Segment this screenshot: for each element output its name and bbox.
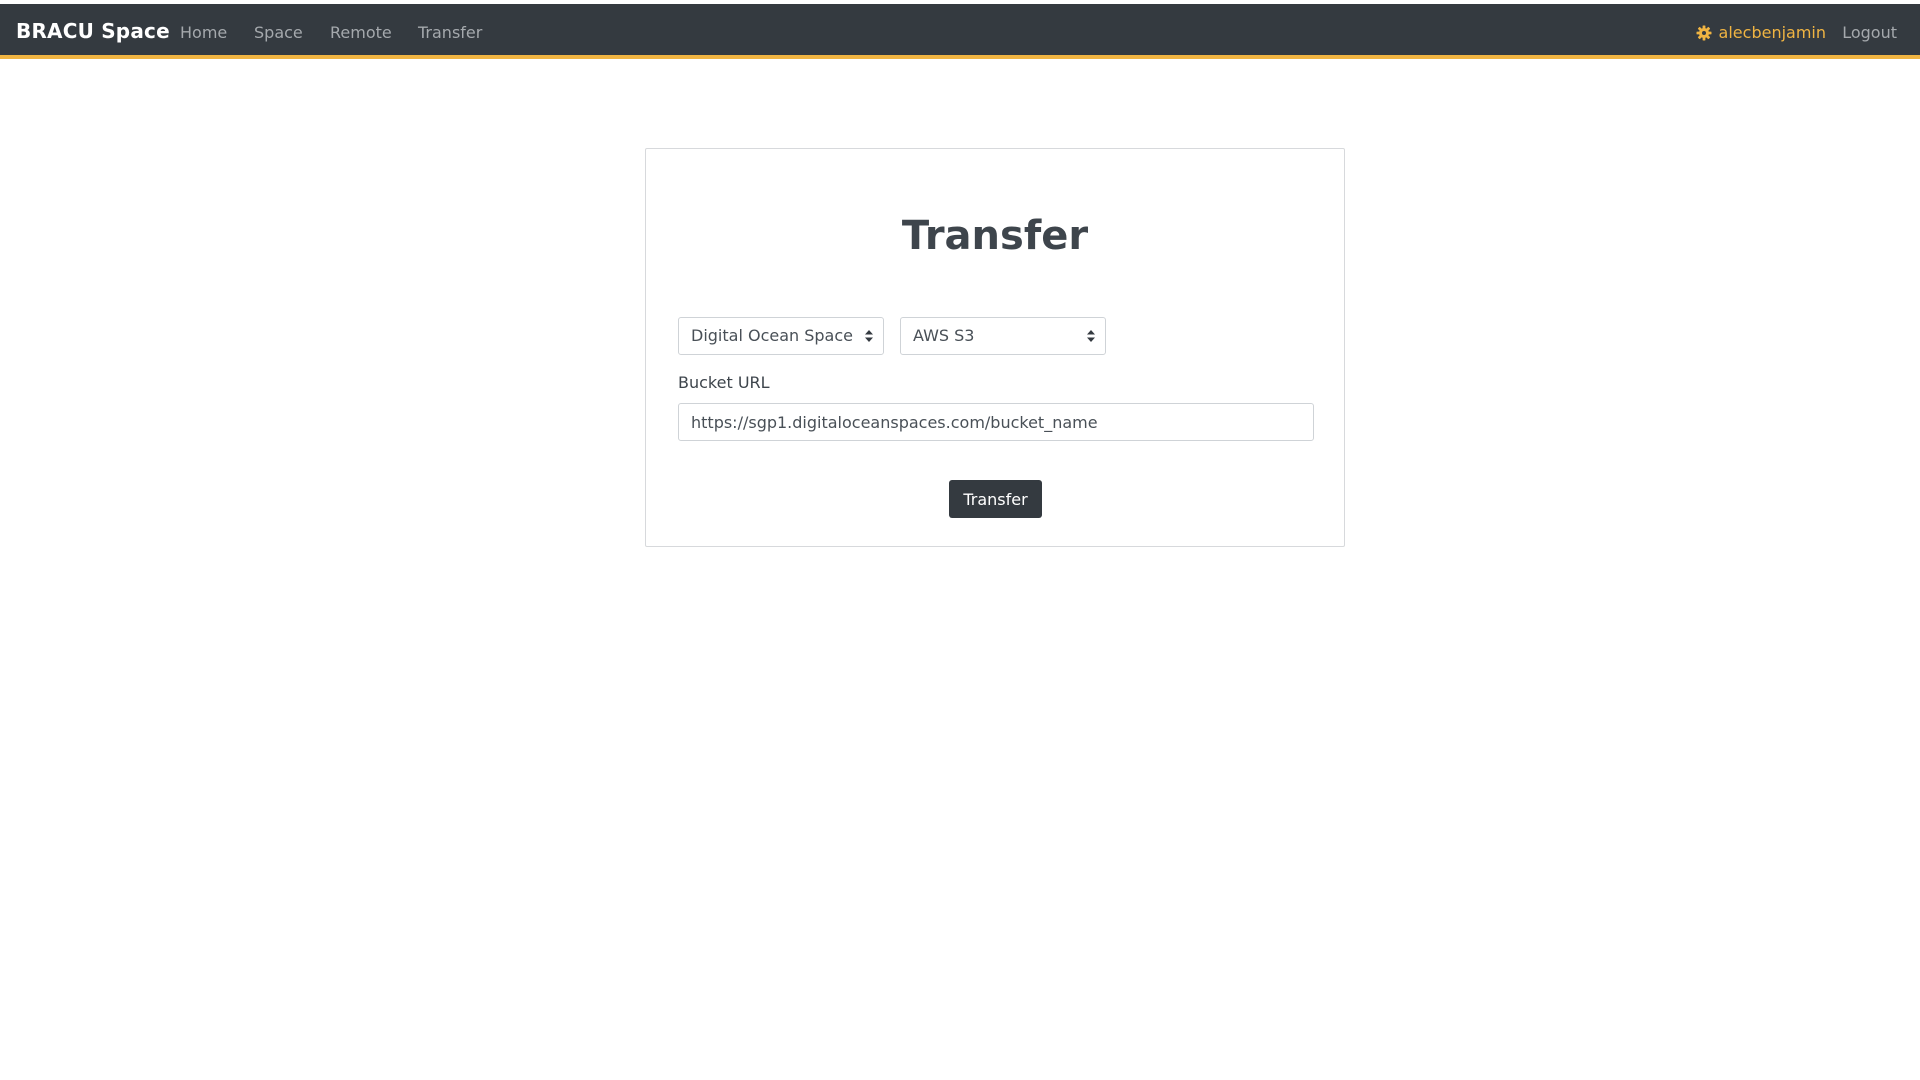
transfer-button[interactable]: Transfer: [949, 480, 1042, 518]
nav-link-space[interactable]: Space: [254, 23, 303, 42]
destination-select-value: AWS S3: [913, 326, 975, 345]
source-select-value: Digital Ocean Space: [691, 326, 853, 345]
navbar: BRACU Space Home Space Remote Transfer a…: [0, 4, 1920, 59]
brand-logo[interactable]: BRACU Space: [16, 19, 170, 43]
user-menu[interactable]: alecbenjamin: [1696, 23, 1826, 42]
source-select[interactable]: Digital Ocean Space: [678, 317, 884, 355]
nav-link-transfer[interactable]: Transfer: [418, 23, 482, 42]
gear-icon: [1696, 25, 1712, 41]
nav-link-remote[interactable]: Remote: [330, 23, 392, 42]
transfer-card: Transfer Digital Ocean Space AWS S3 Buck…: [645, 148, 1345, 547]
username: alecbenjamin: [1718, 23, 1826, 42]
page-title: Transfer: [901, 213, 1089, 259]
select-arrows-icon: [1087, 330, 1095, 342]
select-arrows-icon: [865, 330, 873, 342]
bucket-url-label: Bucket URL: [678, 373, 770, 392]
bucket-url-input[interactable]: [678, 403, 1314, 441]
destination-select[interactable]: AWS S3: [900, 317, 1106, 355]
logout-link[interactable]: Logout: [1842, 23, 1897, 42]
nav-link-home[interactable]: Home: [180, 23, 227, 42]
